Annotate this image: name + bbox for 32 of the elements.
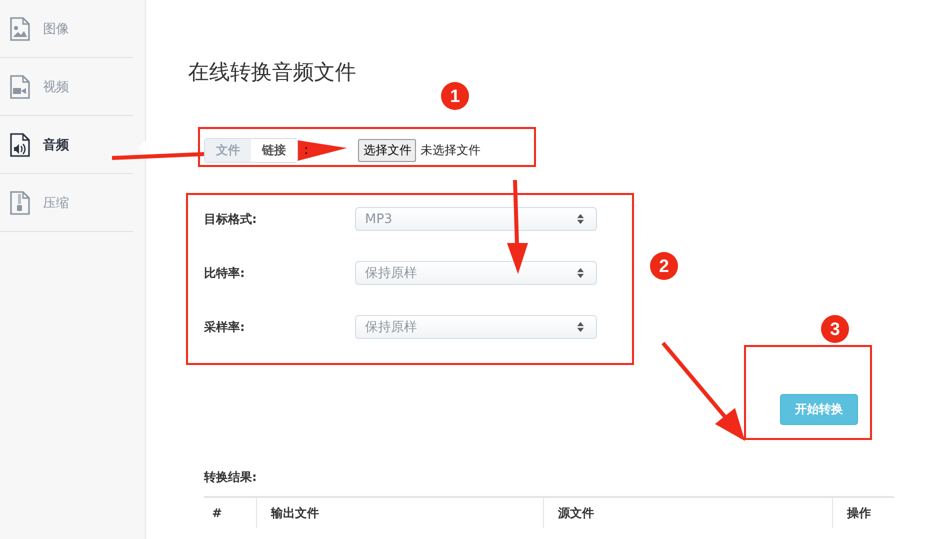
column-header: 源文件 — [543, 498, 832, 528]
choose-file-button[interactable]: 选择文件 — [358, 138, 416, 162]
file-status-text: 未选择文件 — [420, 142, 480, 158]
column-header: 输出文件 — [256, 498, 543, 528]
video-file-icon — [10, 74, 30, 98]
source-tab[interactable]: 文件 — [205, 138, 251, 162]
zip-file-icon — [10, 190, 30, 214]
sidebar-item[interactable]: 图像 — [0, 0, 133, 58]
audio-file-icon — [10, 132, 30, 156]
column-header: # — [211, 505, 224, 522]
option-label: 目标格式: — [204, 210, 258, 228]
sort-arrows-icon — [577, 214, 584, 224]
image-file-icon — [10, 16, 30, 40]
sidebar-item[interactable]: 音频 — [0, 116, 133, 174]
option-label: 比特率: — [204, 264, 246, 282]
select-field[interactable]: 保持原样 — [355, 315, 597, 339]
step-number: 3 — [821, 315, 849, 343]
page-title: 在线转换音频文件 — [188, 59, 357, 86]
results-label: 转换结果: — [204, 469, 258, 486]
select-field[interactable]: MP3 — [355, 207, 597, 231]
sort-arrows-icon — [577, 322, 584, 332]
option-label: 采样率: — [204, 318, 246, 336]
sidebar-item[interactable]: 视频 — [0, 58, 133, 116]
colon-text: : — [304, 142, 308, 158]
step-number: 2 — [650, 252, 678, 280]
sort-arrows-icon — [577, 268, 584, 278]
column-header: 操作 — [832, 498, 894, 528]
select-field[interactable]: 保持原样 — [355, 261, 597, 285]
start-convert-button[interactable]: 开始转换 — [780, 394, 858, 425]
source-tab[interactable]: 链接 — [251, 138, 297, 162]
sidebar-item[interactable]: 压缩 — [0, 174, 133, 232]
step-number: 1 — [441, 82, 469, 110]
